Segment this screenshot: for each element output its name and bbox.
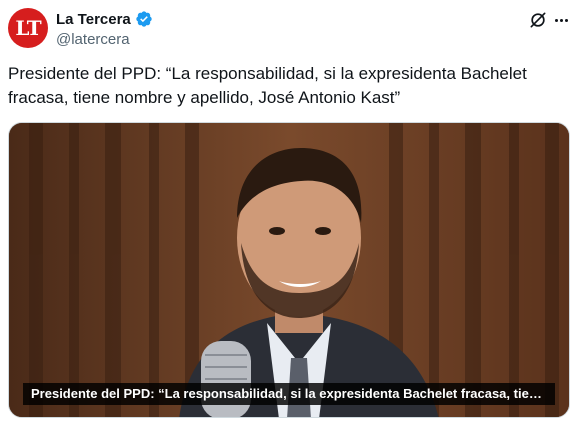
more-options-icon[interactable] <box>552 10 570 30</box>
avatar[interactable]: LT <box>8 8 48 48</box>
media-caption: Presidente del PPD: “La responsabilidad,… <box>23 383 555 405</box>
media-photo <box>9 123 569 417</box>
tweet-text: Presidente del PPD: “La responsabilidad,… <box>8 64 527 107</box>
author-display-name[interactable]: La Tercera <box>56 11 131 28</box>
verified-badge-icon <box>136 11 152 27</box>
tweet-media-image[interactable]: Presidente del PPD: “La responsabilidad,… <box>8 122 570 418</box>
author-handle[interactable]: @latercera <box>56 31 130 48</box>
author-name-row: La Tercera <box>56 10 153 28</box>
grok-icon[interactable] <box>528 10 548 30</box>
avatar-logo-text: LT <box>15 16 41 40</box>
